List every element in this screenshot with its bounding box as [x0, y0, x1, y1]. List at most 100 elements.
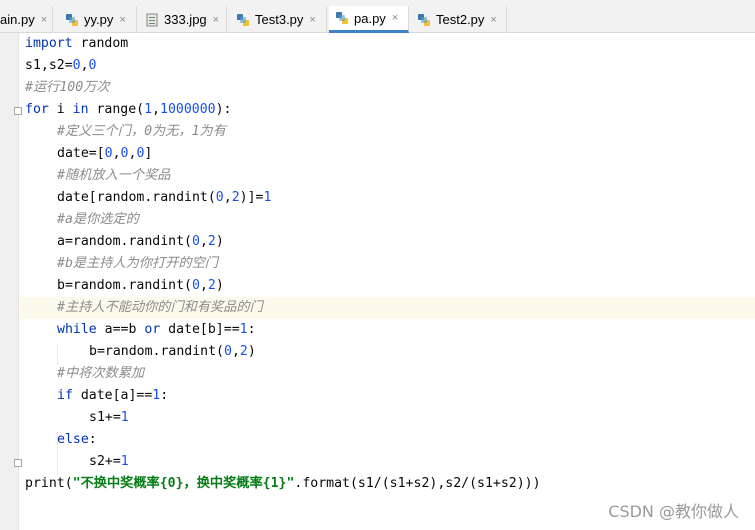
number: 1	[144, 102, 153, 117]
code-text: s2+=	[89, 454, 121, 469]
keyword: for	[25, 102, 49, 117]
number: 0	[88, 58, 97, 73]
close-icon[interactable]: ×	[213, 14, 219, 26]
code-text: b=random.randint(	[89, 344, 224, 359]
code-text: .format(s1/(s1+s2),s2/(s1+s2)))	[294, 476, 541, 491]
code-line-13-current: #主持人不能动你的门和有奖品的门	[20, 297, 755, 319]
code-line-3: #运行100万次	[20, 77, 755, 99]
code-text: )]=	[239, 190, 264, 205]
code-line-18: s1+=1	[20, 407, 755, 429]
code-line-17: if date[a]==1:	[20, 385, 755, 407]
comment: #随机放入一个奖品	[57, 168, 171, 183]
code-line-7: #随机放入一个奖品	[20, 165, 755, 187]
code-line-19: else:	[20, 429, 755, 451]
code-text: )	[215, 234, 224, 249]
code-text: )	[247, 344, 256, 359]
keyword: else	[57, 432, 89, 447]
code-line-20: s2+=1	[20, 451, 755, 473]
code-text: :	[160, 388, 169, 403]
python-file-icon	[236, 13, 250, 27]
close-icon[interactable]: ×	[490, 14, 496, 26]
tab-test2-py[interactable]: Test2.py ×	[411, 6, 507, 33]
code-text: ,	[223, 190, 232, 205]
code-text: ]	[144, 146, 153, 161]
number: 0	[191, 234, 200, 249]
code-text: b=random.randint(	[57, 278, 192, 293]
tab-ain-py[interactable]: ain.py ×	[0, 6, 53, 33]
code-line-6: date=[0,0,0]	[20, 143, 755, 165]
number: 0	[215, 190, 224, 205]
number: 0	[223, 344, 232, 359]
number: 1	[120, 454, 129, 469]
editor-gutter	[0, 33, 22, 530]
number: 1000000	[160, 102, 216, 117]
code-text: s1,s2=	[25, 58, 73, 73]
python-file-icon	[417, 13, 431, 27]
identifier: random	[72, 36, 129, 51]
code-line-16: #中将次数累加	[20, 363, 755, 385]
editor-tab-bar: ain.py × yy.py × 333.jpg × Test3.py × pa…	[0, 0, 755, 33]
tab-333-jpg[interactable]: 333.jpg ×	[139, 6, 227, 33]
code-line-9: #a是你选定的	[20, 209, 755, 231]
tab-yy-py[interactable]: yy.py ×	[59, 6, 137, 33]
comment: #运行100万次	[25, 80, 110, 95]
code-text: s1+=	[89, 410, 121, 425]
tab-pa-py[interactable]: pa.py ×	[329, 6, 409, 33]
code-line-2: s1,s2=0,0	[20, 55, 755, 77]
comment: #中将次数累加	[57, 366, 145, 381]
code-text: date[b]==	[160, 322, 240, 337]
code-line-21: print("不换中奖概率{0}，换中奖概率{1}".format(s1/(s1…	[20, 473, 755, 495]
code-line-1: import random	[20, 33, 755, 55]
keyword: while	[57, 322, 97, 337]
code-line-10: a=random.randint(0,2)	[20, 231, 755, 253]
image-file-icon	[145, 13, 159, 27]
string-literal: "不换中奖概率{0}，换中奖概率{1}"	[72, 476, 295, 491]
comment: #b是主持人为你打开的空门	[57, 256, 218, 271]
close-icon[interactable]: ×	[309, 14, 315, 26]
code-editor[interactable]: import random s1,s2=0,0 #运行100万次 for i i…	[20, 33, 755, 530]
python-file-icon	[335, 11, 349, 25]
code-text: ,	[199, 234, 208, 249]
code-text: ,	[199, 278, 208, 293]
code-line-4: for i in range(1,1000000):	[20, 99, 755, 121]
code-text: print(	[25, 476, 73, 491]
number: 0	[120, 146, 129, 161]
code-text: date=[	[57, 146, 105, 161]
number: 1	[120, 410, 129, 425]
comment: #定义三个门，0为无，1为有	[57, 124, 226, 139]
code-line-11: #b是主持人为你打开的空门	[20, 253, 755, 275]
number: 2	[239, 344, 248, 359]
tab-label: yy.py	[84, 12, 114, 27]
number: 1	[239, 322, 248, 337]
tab-label: 333.jpg	[164, 12, 207, 27]
comment: #主持人不能动你的门和有奖品的门	[57, 300, 263, 315]
keyword: or	[144, 322, 161, 337]
code-text: ,	[80, 58, 89, 73]
keyword: in	[72, 102, 89, 117]
number: 2	[207, 278, 216, 293]
code-line-8: date[random.randint(0,2)]=1	[20, 187, 755, 209]
comment: #a是你选定的	[57, 212, 139, 227]
code-text: i	[48, 102, 73, 117]
code-text: ,	[231, 344, 240, 359]
code-text: ):	[215, 102, 232, 117]
code-text: ,	[152, 102, 161, 117]
tab-test3-py[interactable]: Test3.py ×	[230, 6, 327, 33]
close-icon[interactable]: ×	[119, 14, 125, 26]
tab-label: pa.py	[354, 10, 386, 26]
keyword: import	[25, 36, 73, 51]
code-text: date[random.randint(	[57, 190, 216, 205]
code-line-5: #定义三个门，0为无，1为有	[20, 121, 755, 143]
watermark: CSDN @教你做人	[608, 502, 739, 521]
number: 2	[231, 190, 240, 205]
number: 0	[72, 58, 81, 73]
close-icon[interactable]: ×	[41, 14, 47, 26]
code-text: )	[215, 278, 224, 293]
number: 1	[263, 190, 272, 205]
number: 0	[191, 278, 200, 293]
tab-label: Test2.py	[436, 12, 485, 27]
code-text: a=random.randint(	[57, 234, 192, 249]
tab-label: ain.py	[0, 12, 35, 27]
close-icon[interactable]: ×	[392, 12, 398, 24]
code-line-15: b=random.randint(0,2)	[20, 341, 755, 363]
